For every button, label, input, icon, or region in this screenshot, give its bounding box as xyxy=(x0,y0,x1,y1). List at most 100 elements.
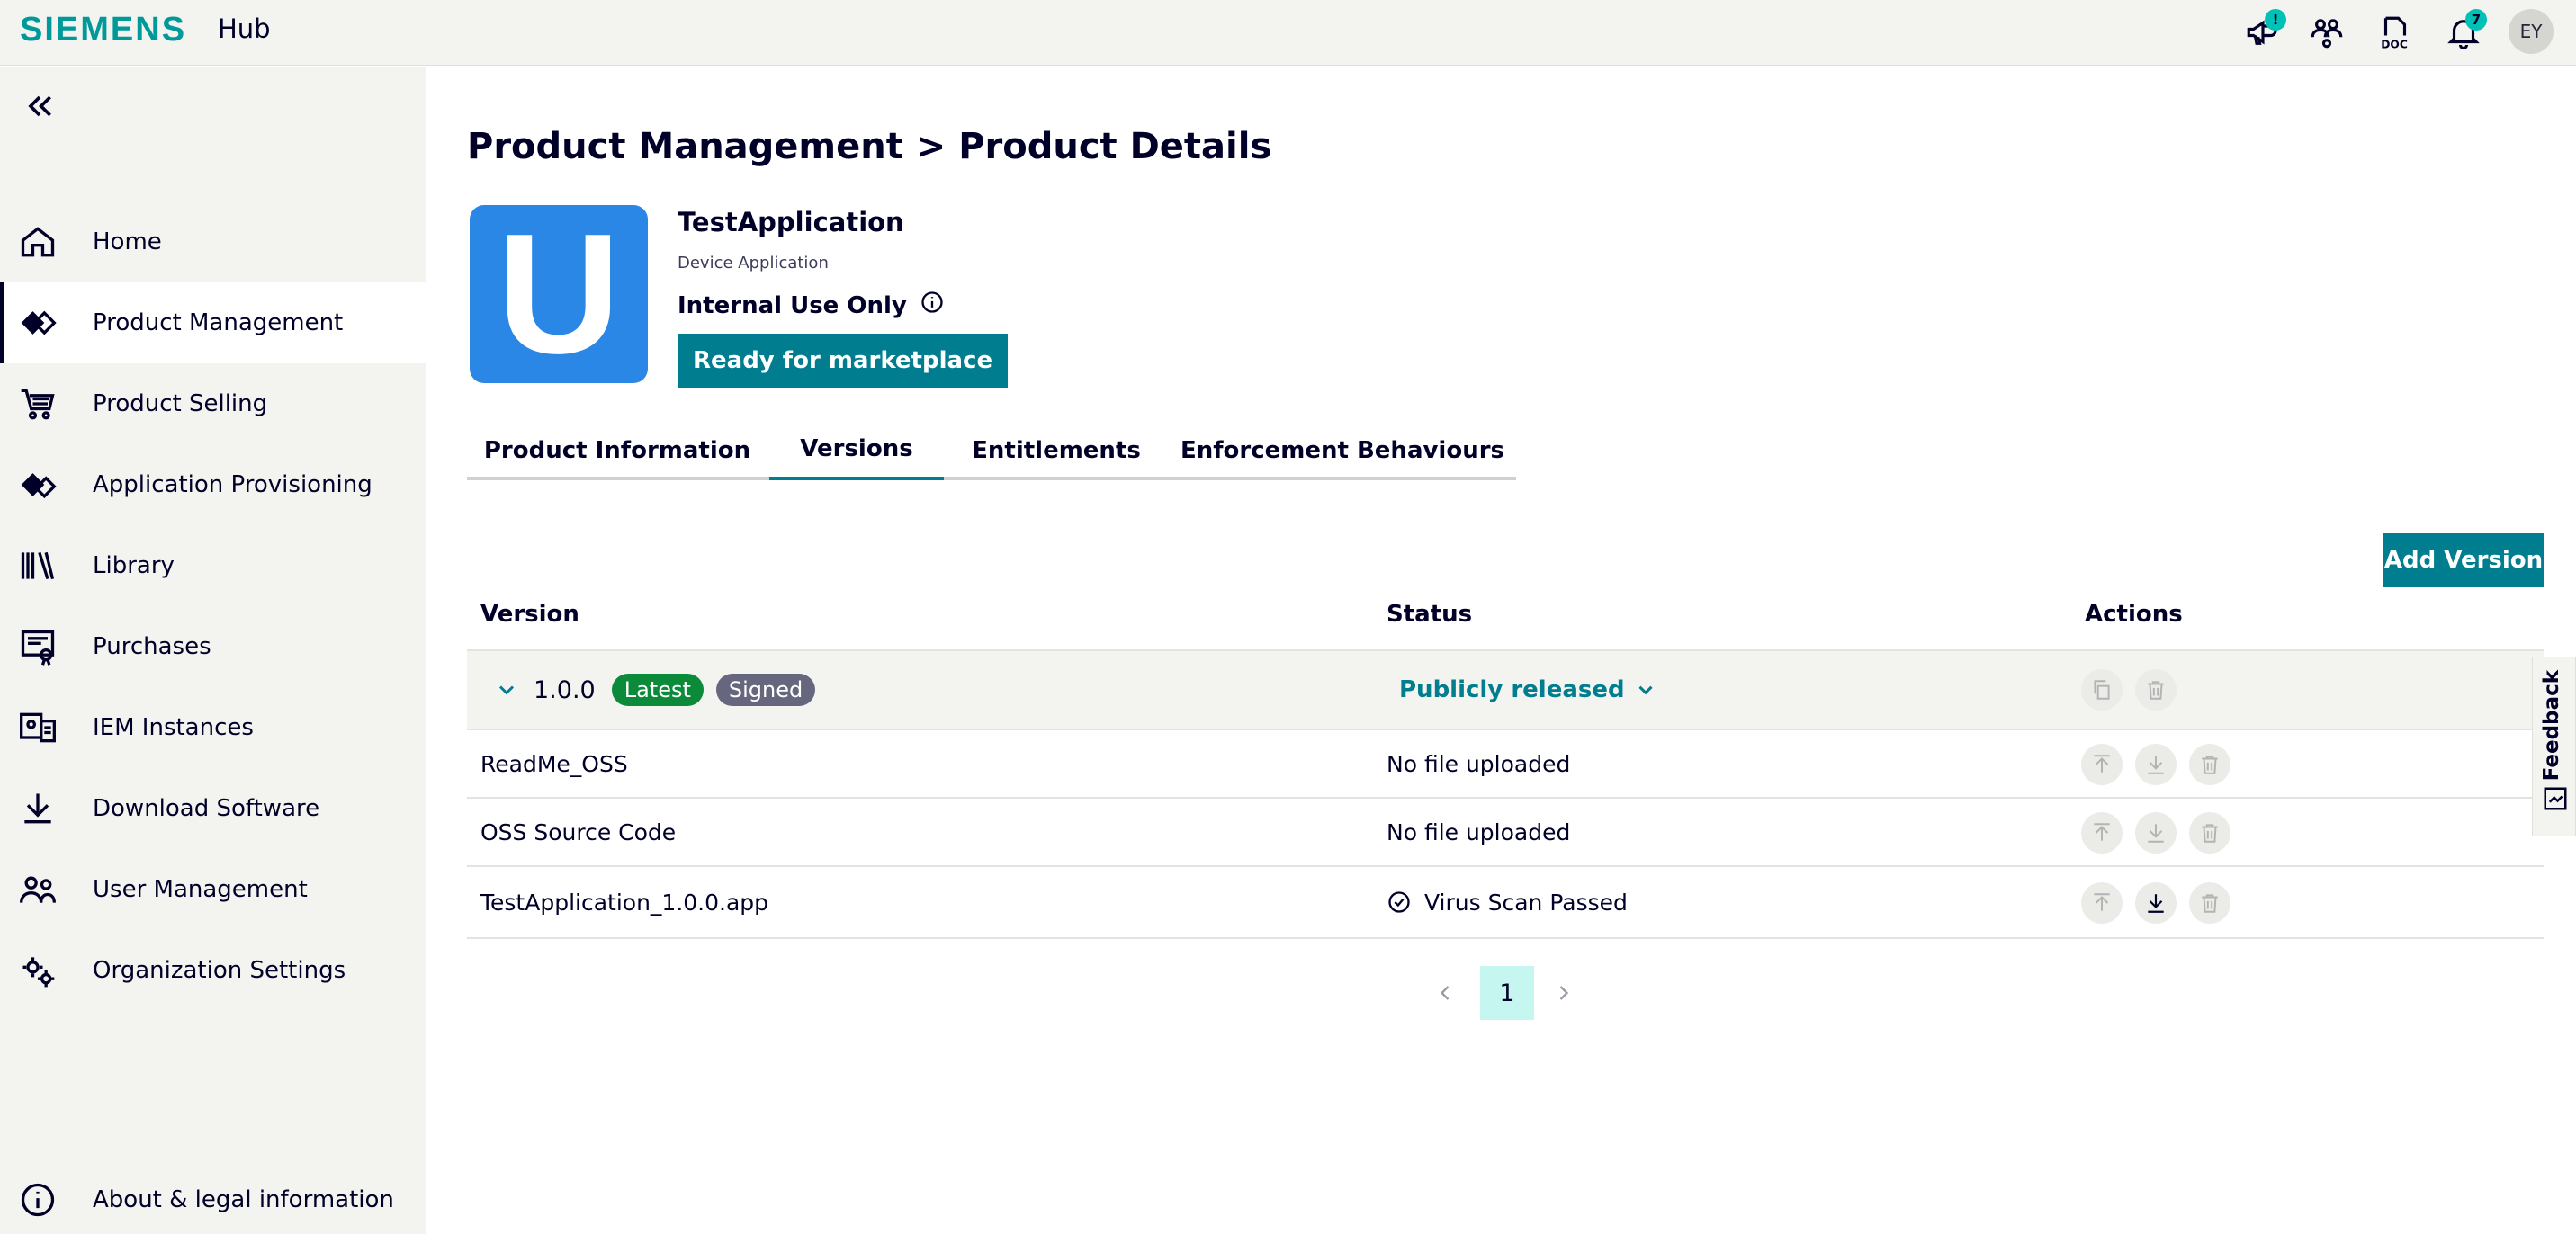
info-icon[interactable] xyxy=(920,290,945,321)
tab-enforcement-behaviours[interactable]: Enforcement Behaviours xyxy=(1169,421,1516,480)
avatar[interactable]: EY xyxy=(2509,9,2554,54)
table-row: OSS Source Code No file uploaded xyxy=(467,799,2544,867)
library-icon xyxy=(18,546,58,586)
feedback-label: Feedback xyxy=(2540,670,2563,782)
upload-icon xyxy=(2094,823,2110,841)
sidebar: Home Product Management Product Selling … xyxy=(0,67,426,1234)
file-name: ReadMe_OSS xyxy=(480,750,628,777)
column-header-actions: Actions xyxy=(2085,601,2183,628)
file-status: Virus Scan Passed xyxy=(1424,889,1628,916)
sidebar-item-label: IEM Instances xyxy=(93,714,254,741)
file-name: TestApplication_1.0.0.app xyxy=(480,889,769,916)
cart-icon xyxy=(18,384,58,424)
sidebar-item-label: Library xyxy=(93,552,175,579)
settings-icon xyxy=(18,951,58,990)
download-button[interactable] xyxy=(2135,744,2177,785)
sidebar-item-library[interactable]: Library xyxy=(0,525,426,606)
tab-bar: Product Information Versions Entitlement… xyxy=(467,421,1516,480)
users-connect-icon[interactable] xyxy=(2302,7,2352,58)
delete-button[interactable] xyxy=(2189,882,2230,924)
signed-badge: Signed xyxy=(715,674,816,706)
siemens-logo[interactable]: SIEMENS xyxy=(20,11,186,49)
feedback-tab[interactable]: Feedback xyxy=(2532,657,2576,836)
latest-badge: Latest xyxy=(611,674,704,706)
sidebar-item-label: Purchases xyxy=(93,633,211,660)
sidebar-item-download-software[interactable]: Download Software xyxy=(0,768,426,849)
column-header-version: Version xyxy=(480,601,579,628)
download-button[interactable] xyxy=(2135,882,2177,924)
sidebar-item-product-management[interactable]: Product Management xyxy=(0,282,426,363)
feedback-icon xyxy=(2544,787,2567,810)
table-row: ReadMe_OSS No file uploaded xyxy=(467,730,2544,799)
status-dropdown-label: Publicly released xyxy=(1399,676,1625,703)
sidebar-item-organization-settings[interactable]: Organization Settings xyxy=(0,930,426,1011)
version-cell: 1.0.0 Latest Signed xyxy=(494,651,816,729)
tab-product-information[interactable]: Product Information xyxy=(467,421,767,480)
download-button[interactable] xyxy=(2135,812,2177,854)
download-icon xyxy=(2148,756,2164,774)
upload-button[interactable] xyxy=(2081,812,2123,854)
prev-page-button[interactable] xyxy=(1427,966,1463,1020)
top-bar: SIEMENS Hub ! DOC 7 EY xyxy=(0,0,2576,66)
collapse-sidebar-icon[interactable] xyxy=(22,88,58,124)
delete-button[interactable] xyxy=(2135,669,2177,711)
upload-icon xyxy=(2094,893,2110,911)
home-icon xyxy=(18,222,58,262)
sidebar-item-label: About & legal information xyxy=(93,1186,394,1213)
sidebar-item-purchases[interactable]: Purchases xyxy=(0,606,426,687)
file-status: No file uploaded xyxy=(1387,750,1571,777)
tab-entitlements[interactable]: Entitlements xyxy=(944,421,1169,480)
sidebar-item-home[interactable]: Home xyxy=(0,201,426,282)
status-dropdown[interactable]: Publicly released xyxy=(1399,676,1657,703)
sidebar-item-product-selling[interactable]: Product Selling xyxy=(0,363,426,444)
app-name-title: TestApplication xyxy=(678,207,904,237)
sidebar-item-label: Application Provisioning xyxy=(93,471,372,498)
add-version-button[interactable]: Add Version xyxy=(2383,533,2544,587)
app-icon: U xyxy=(470,199,648,389)
breadcrumb: Product Management > Product Details xyxy=(467,126,1272,167)
trash-icon xyxy=(2148,681,2164,700)
copy-icon xyxy=(2094,680,2110,700)
upload-button[interactable] xyxy=(2081,744,2123,785)
page-number-current[interactable]: 1 xyxy=(1480,966,1534,1020)
delete-button[interactable] xyxy=(2189,812,2230,854)
chevron-down-icon[interactable] xyxy=(494,677,519,702)
doc-icon[interactable]: DOC xyxy=(2370,7,2420,58)
sidebar-item-about[interactable]: About & legal information xyxy=(0,1173,426,1227)
upload-icon xyxy=(2094,755,2110,773)
users-icon xyxy=(18,870,58,909)
column-header-status: Status xyxy=(1387,601,1473,628)
info-icon xyxy=(18,1180,58,1220)
sidebar-item-label: Product Management xyxy=(93,309,344,336)
ready-for-marketplace-button[interactable]: Ready for marketplace xyxy=(678,334,1009,388)
purchases-icon xyxy=(18,627,58,666)
next-page-button[interactable] xyxy=(1546,966,1582,1020)
check-circle-icon xyxy=(1387,890,1412,915)
file-name: OSS Source Code xyxy=(480,818,677,845)
tab-versions[interactable]: Versions xyxy=(769,421,944,480)
app-name: Hub xyxy=(218,13,271,44)
visibility-text: Internal Use Only xyxy=(678,291,907,319)
sidebar-item-label: Home xyxy=(93,228,162,255)
app-type: Device Application xyxy=(678,254,829,273)
product-icon xyxy=(18,303,58,343)
provisioning-icon xyxy=(18,465,58,505)
bell-icon[interactable]: 7 xyxy=(2438,7,2489,58)
trash-icon xyxy=(2202,756,2218,774)
upload-button[interactable] xyxy=(2081,882,2123,924)
copy-button[interactable] xyxy=(2081,669,2123,711)
download-icon xyxy=(2148,894,2164,913)
sidebar-item-label: Product Selling xyxy=(93,390,268,417)
chevron-left-icon xyxy=(1440,986,1450,1000)
delete-button[interactable] xyxy=(2189,744,2230,785)
sidebar-item-user-management[interactable]: User Management xyxy=(0,849,426,930)
download-icon xyxy=(2148,824,2164,843)
sidebar-item-application-provisioning[interactable]: Application Provisioning xyxy=(0,444,426,525)
sidebar-item-iem-instances[interactable]: IEM Instances xyxy=(0,687,426,768)
version-row[interactable]: 1.0.0 Latest Signed Publicly released xyxy=(467,649,2544,730)
megaphone-icon[interactable]: ! xyxy=(2238,7,2288,58)
version-number: 1.0.0 xyxy=(534,675,596,704)
status-cell: Publicly released xyxy=(1399,651,1657,729)
sidebar-item-label: Download Software xyxy=(93,795,320,822)
sidebar-item-label: Organization Settings xyxy=(93,957,346,984)
